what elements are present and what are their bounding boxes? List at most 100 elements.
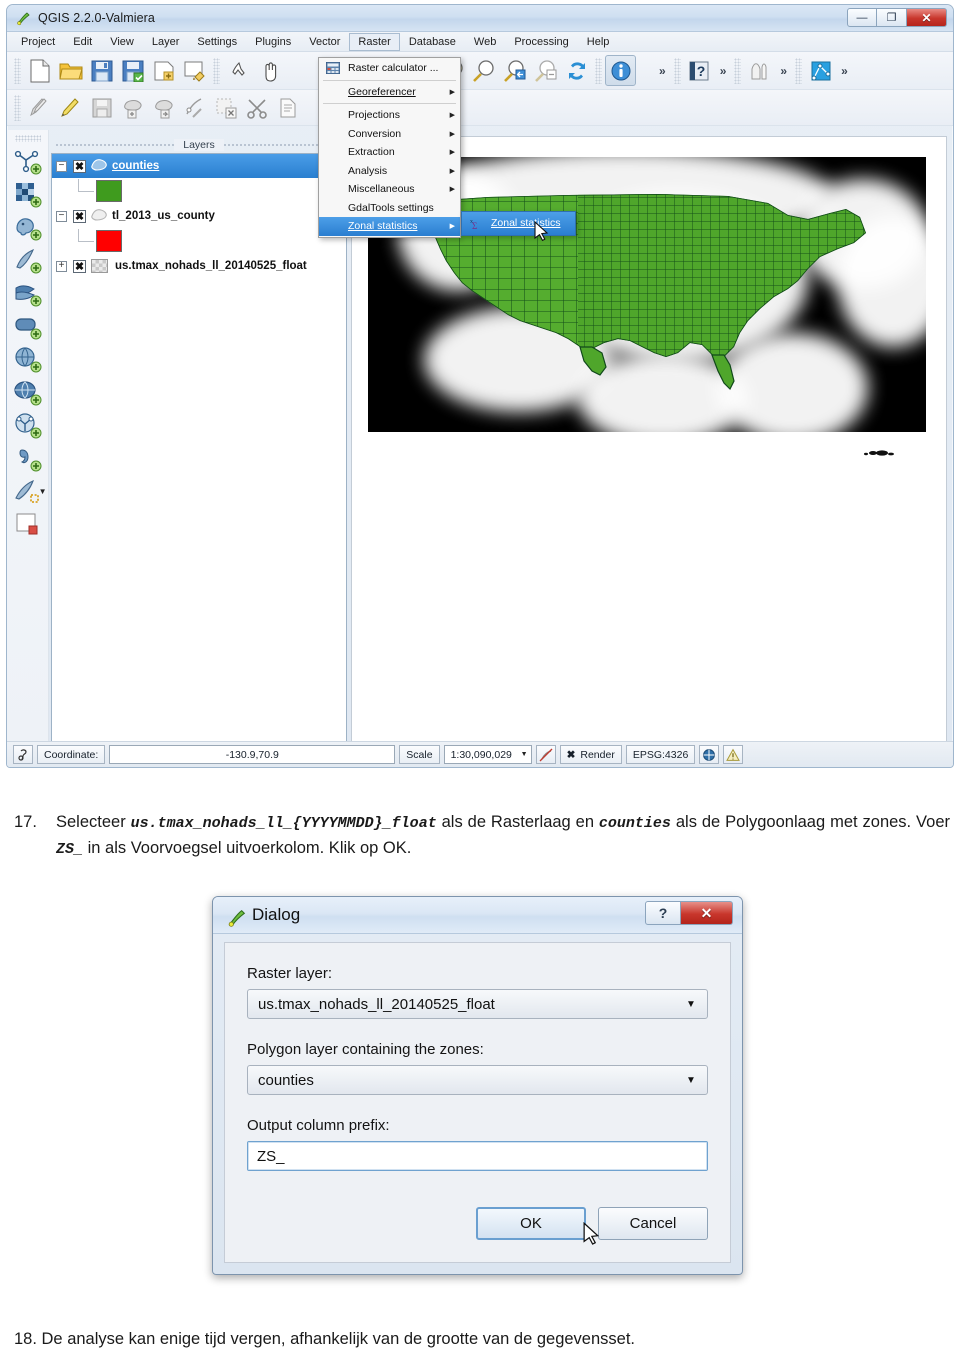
collapse-icon[interactable]: − [56,210,67,222]
collapse-icon[interactable]: − [56,160,67,172]
menu-help[interactable]: Help [578,33,619,51]
crs-globe-icon[interactable] [699,745,720,764]
close-button[interactable]: ✕ [907,8,947,27]
ok-button[interactable]: OK [476,1207,586,1240]
toolbar-grip[interactable] [14,135,41,142]
pan-to-selection-icon[interactable] [223,55,254,86]
add-spatialite-layer-icon[interactable] [11,244,45,277]
add-oracle-layer-icon[interactable] [11,310,45,343]
save-project-as-icon[interactable] [117,55,148,86]
menu-web[interactable]: Web [465,33,505,51]
polygon-layer-combo[interactable]: counties ▼ [247,1065,708,1095]
current-edits-icon[interactable] [24,92,55,123]
dialog-close-button[interactable]: ✕ [681,901,733,925]
toolbar-overflow-1[interactable]: » [654,64,671,78]
toolbar-grip[interactable] [734,57,742,84]
identify-features-icon[interactable] [605,55,636,86]
help-icon[interactable]: ? [684,55,715,86]
maximize-button[interactable]: ❐ [877,8,907,27]
chevron-down-icon[interactable]: ▼ [676,991,706,1017]
scale-combo[interactable]: 1:30,090,029 ▼ [443,745,532,764]
new-memory-layer-icon[interactable] [11,508,45,541]
move-feature-icon[interactable] [148,92,179,123]
menu-item-projections[interactable]: Projections ▶ [319,106,460,125]
add-feature-icon[interactable] [117,92,148,123]
delete-selected-icon[interactable] [210,92,241,123]
submenu-item-zonal-statistics[interactable]: xΣ Zonal statistics [462,214,575,233]
add-wms-layer-icon[interactable] [11,343,45,376]
layer-visibility-checkbox[interactable]: ✖ [73,209,86,223]
copy-features-icon[interactable] [272,92,303,123]
new-shapefile-layer-icon[interactable]: ▼ [11,475,47,508]
zoom-out-icon[interactable] [468,55,499,86]
dialog-help-button[interactable]: ? [645,901,681,925]
menu-item-georeferencer[interactable]: Georeferencer ▶ [319,83,460,102]
menu-raster[interactable]: Raster [349,32,400,51]
chevron-down-icon[interactable]: ▼ [521,751,528,758]
zoom-to-selection-icon[interactable] [499,55,530,86]
add-raster-layer-icon[interactable] [11,178,45,211]
add-delimited-text-layer-icon[interactable] [11,442,45,475]
layer-item-tl-2013-us-county[interactable]: − ✖ tl_2013_us_county [52,204,346,228]
histogram-icon[interactable] [744,55,775,86]
lock-icon[interactable] [13,745,33,764]
node-tool-icon[interactable] [179,92,210,123]
expand-icon[interactable]: + [56,260,67,272]
menu-item-extraction[interactable]: Extraction ▶ [319,143,460,162]
rotation-icon[interactable] [535,745,556,764]
raster-layer-combo[interactable]: us.tmax_nohads_ll_20140525_float ▼ [247,989,708,1019]
menu-database[interactable]: Database [400,33,465,51]
render-checkbox[interactable]: ✖ Render [559,745,622,764]
menu-layer[interactable]: Layer [143,33,189,51]
menu-item-conversion[interactable]: Conversion ▶ [319,125,460,144]
minimize-button[interactable]: — [847,8,877,27]
toggle-editing-icon[interactable] [55,92,86,123]
toolbar-grip[interactable] [673,57,681,84]
crs-label[interactable]: EPSG:4326 [625,745,696,764]
layer-item-counties[interactable]: − ✖ counties [52,154,346,178]
refresh-icon[interactable] [561,55,592,86]
add-postgis-layer-icon[interactable] [11,211,45,244]
menu-item-zonal-statistics[interactable]: Zonal statistics ▶ [319,217,460,236]
chevron-down-icon[interactable]: ▼ [676,1067,706,1093]
layer-tree[interactable]: − ✖ counties − ✖ tl_2013_us_county + ✖ u… [51,153,347,742]
cancel-button[interactable]: Cancel [598,1207,708,1240]
open-project-icon[interactable] [55,55,86,86]
menu-vector[interactable]: Vector [300,33,349,51]
layer-item-us-tmax-raster[interactable]: + ✖ us.tmax_nohads_ll_20140525_float [52,254,346,278]
composer-manager-icon[interactable] [179,55,210,86]
toolbar-overflow-3[interactable]: » [775,64,792,78]
menu-project[interactable]: Project [12,33,64,51]
menu-item-miscellaneous[interactable]: Miscellaneous ▶ [319,180,460,199]
menu-plugins[interactable]: Plugins [246,33,300,51]
menu-processing[interactable]: Processing [505,33,577,51]
pan-map-icon[interactable] [254,55,285,86]
cut-features-icon[interactable] [241,92,272,123]
menu-item-gdaltools-settings[interactable]: GdalTools settings [319,199,460,218]
toolbar-grip[interactable] [14,57,21,84]
toolbar-grip[interactable] [795,57,803,84]
layer-visibility-checkbox[interactable]: ✖ [73,259,86,273]
toolbar-grip[interactable] [213,57,220,84]
coordinate-field[interactable]: -130.9,70.9 [109,745,396,764]
add-vector-layer-icon[interactable] [11,145,45,178]
zoom-to-layer-icon[interactable] [530,55,561,86]
save-project-icon[interactable] [86,55,117,86]
menu-settings[interactable]: Settings [188,33,246,51]
save-layer-edits-icon[interactable] [86,92,117,123]
toolbar-grip[interactable] [595,57,602,84]
layer-visibility-checkbox[interactable]: ✖ [73,159,86,173]
toolbar-grip[interactable] [14,94,21,121]
new-print-composer-icon[interactable] [148,55,179,86]
raster-dropdown-menu[interactable]: Raster calculator ... Georeferencer ▶ Pr… [318,57,461,238]
warning-icon[interactable] [723,745,744,764]
menu-view[interactable]: View [101,33,143,51]
node-tool-icon[interactable] [805,55,836,86]
add-wfs-layer-icon[interactable] [11,409,45,442]
toolbar-overflow-4[interactable]: » [836,64,853,78]
add-wcs-layer-icon[interactable] [11,376,45,409]
new-project-icon[interactable] [24,55,55,86]
add-mssql-layer-icon[interactable] [11,277,45,310]
output-prefix-input[interactable]: ZS_ [247,1141,708,1171]
zonal-statistics-submenu[interactable]: xΣ Zonal statistics [461,211,576,236]
